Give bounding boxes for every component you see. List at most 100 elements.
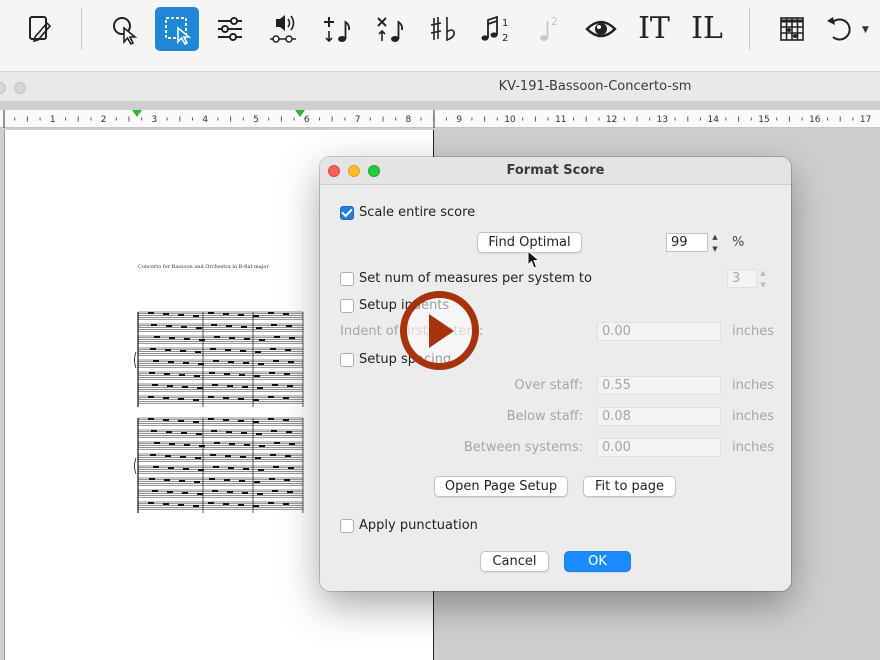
page-edit-icon <box>29 16 52 43</box>
format-score-dialog: Format Score Scale entire score Find Opt… <box>320 157 791 591</box>
over-staff-unit: inches <box>732 378 775 393</box>
marquee-select-tool[interactable] <box>155 7 199 51</box>
tuplet-tool[interactable]: 12 <box>473 7 517 51</box>
grace-note-tool[interactable]: 2 <box>526 7 570 51</box>
toolbar: 12 2 IT IL ▼ <box>0 0 880 72</box>
text-tool-label: IT <box>638 11 670 46</box>
undo-menu-chevron-icon[interactable]: ▼ <box>862 25 869 35</box>
add-note-tool[interactable] <box>314 7 358 51</box>
add-note-icon <box>324 17 351 43</box>
delete-note-tool[interactable] <box>367 7 411 51</box>
sliders-icon <box>218 17 242 41</box>
grace-note-icon: 2 <box>540 15 558 41</box>
apply-punctuation-checkbox[interactable] <box>340 518 354 533</box>
view-tool[interactable] <box>579 7 623 51</box>
below-staff-field[interactable]: 0.08 <box>597 407 721 426</box>
tuplet-icon: 12 <box>481 15 508 44</box>
ruler-label: 5 <box>253 115 259 125</box>
measures-per-system-option[interactable]: Set num of measures per system to <box>340 271 592 286</box>
undo-icon <box>827 17 851 41</box>
open-page-setup-button[interactable]: Open Page Setup <box>434 476 568 497</box>
eye-icon <box>585 20 617 38</box>
speaker-note-icon <box>270 15 296 43</box>
measures-per-system-label: Set num of measures per system to <box>359 271 592 286</box>
document-window-titlebar: KV-191-Bassoon-Concerto-sm <box>0 72 880 102</box>
scale-unit: % <box>732 235 745 250</box>
ruler-label: 1 <box>50 115 56 125</box>
margin-marker-icon[interactable] <box>132 110 142 117</box>
lyrics-tool[interactable]: IL <box>685 7 729 51</box>
play-icon <box>428 313 454 348</box>
toolbar-separator <box>81 8 82 50</box>
ruler-scale: 1 2 3 4 5 6 7 8 9 10 11 12 13 14 15 16 17 <box>3 110 871 128</box>
ruler-label: 6 <box>304 115 310 125</box>
ruler-label: 7 <box>355 115 361 125</box>
video-play-button[interactable] <box>400 291 479 370</box>
ruler-label: 8 <box>406 115 412 125</box>
over-staff-label: Over staff: <box>514 378 583 393</box>
between-systems-field[interactable]: 0.00 <box>597 438 721 457</box>
mouse-pointer-icon <box>527 250 541 269</box>
undo-button[interactable] <box>818 7 862 51</box>
setup-indents-checkbox[interactable] <box>340 298 354 313</box>
apply-punctuation-option[interactable]: Apply punctuation <box>340 518 478 533</box>
over-staff-field[interactable]: 0.55 <box>597 376 721 395</box>
cancel-button[interactable]: Cancel <box>480 551 549 572</box>
ruler: 1 2 3 4 5 6 7 8 9 10 11 12 13 14 15 16 17 <box>0 110 880 128</box>
ruler-label: 13 <box>657 115 668 125</box>
lasso-arrow-icon <box>113 17 138 45</box>
ruler-label: 14 <box>707 115 719 125</box>
scale-percent-stepper[interactable]: ▲ ▼ <box>709 233 721 253</box>
between-systems-label: Between systems: <box>463 440 583 455</box>
indent-unit: inches <box>732 324 775 339</box>
delete-note-icon <box>377 17 404 42</box>
stepper-down-icon[interactable]: ▼ <box>712 245 717 253</box>
stepper-up-icon[interactable]: ▲ <box>760 269 765 277</box>
stepper-down-icon[interactable]: ▼ <box>760 281 765 289</box>
measures-per-system-stepper[interactable]: ▲ ▼ <box>757 269 769 289</box>
ruler-label: 3 <box>152 115 158 125</box>
ruler-label: 11 <box>555 115 566 125</box>
text-tool[interactable]: IT <box>632 7 676 51</box>
scale-entire-score-checkbox[interactable] <box>340 205 354 220</box>
ok-button[interactable]: OK <box>564 551 631 572</box>
ruler-label: 12 <box>606 115 617 125</box>
tuplet-number-top: 1 <box>502 18 508 29</box>
ruler-label: 2 <box>101 115 107 125</box>
scale-entire-score-label: Scale entire score <box>359 205 476 220</box>
playback-tool[interactable] <box>261 7 305 51</box>
toolbar-separator <box>749 8 750 50</box>
between-systems-unit: inches <box>732 440 775 455</box>
ruler-label: 10 <box>504 115 516 125</box>
score-title: Concerto for Bassoon and Orchestra in B-… <box>138 264 269 270</box>
setup-spacing-checkbox[interactable] <box>340 352 354 367</box>
select-tool[interactable] <box>102 7 146 51</box>
sharp-flat-icon <box>430 17 455 42</box>
tuplet-number-bottom: 2 <box>502 33 508 44</box>
dialog-titlebar: Format Score <box>320 157 791 185</box>
ruler-label: 17 <box>860 115 871 125</box>
score-systems <box>134 311 304 513</box>
ruler-label: 4 <box>202 115 208 125</box>
chord-grid-icon <box>780 17 804 41</box>
lyrics-tool-label: IL <box>691 11 723 46</box>
page-layout-tool[interactable] <box>17 7 61 51</box>
chord-grid-tool[interactable] <box>770 7 814 51</box>
ruler-label: 16 <box>809 115 821 125</box>
ruler-label: 9 <box>456 115 462 125</box>
below-staff-unit: inches <box>732 409 775 424</box>
accidentals-tool[interactable] <box>420 7 464 51</box>
scale-percent-field[interactable]: 99 <box>666 233 708 252</box>
mixer-tool[interactable] <box>208 7 252 51</box>
stepper-up-icon[interactable]: ▲ <box>712 233 717 241</box>
marquee-select-icon <box>165 17 192 45</box>
apply-punctuation-label: Apply punctuation <box>359 518 478 533</box>
below-staff-label: Below staff: <box>506 409 583 424</box>
measures-per-system-field[interactable]: 3 <box>727 269 757 288</box>
scale-entire-score-option[interactable]: Scale entire score <box>340 205 475 220</box>
measures-per-system-checkbox[interactable] <box>340 271 354 286</box>
indent-first-system-field[interactable]: 0.00 <box>597 322 721 341</box>
document-title: KV-191-Bassoon-Concerto-sm <box>498 79 692 94</box>
fit-to-page-button[interactable]: Fit to page <box>583 476 676 497</box>
grace-number: 2 <box>551 15 558 28</box>
